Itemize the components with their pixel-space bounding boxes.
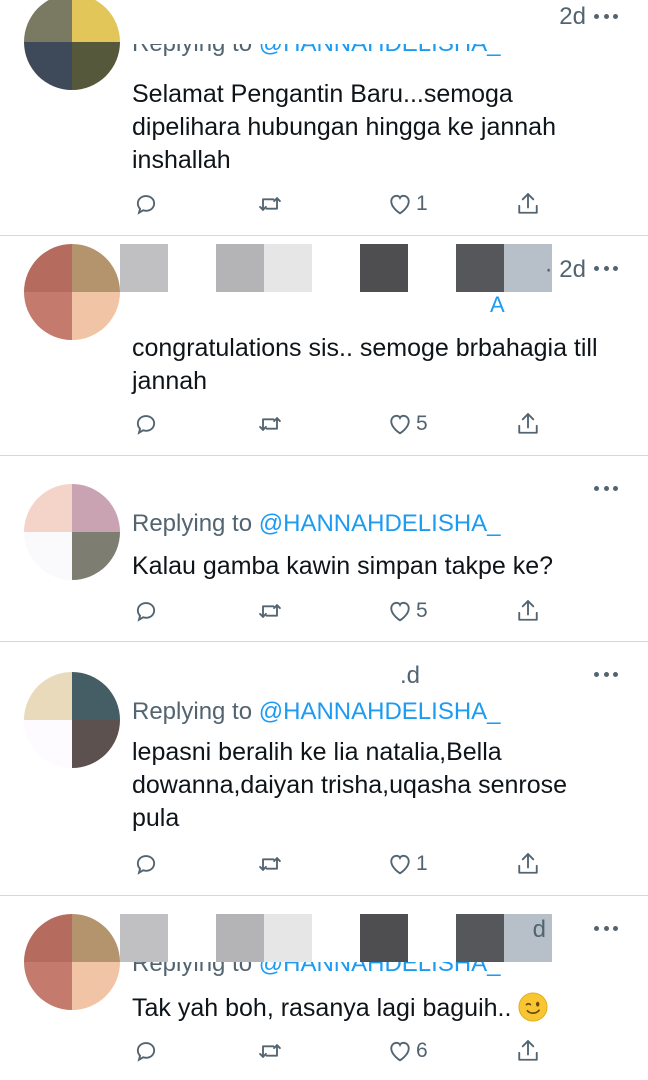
tweet-text: lepasni beralih ke lia natalia,Bella dow… xyxy=(132,738,568,832)
share-button[interactable] xyxy=(514,408,542,440)
retweet-button[interactable] xyxy=(256,408,284,440)
share-button[interactable] xyxy=(514,848,542,880)
reply-button[interactable] xyxy=(132,1035,160,1067)
reply-icon xyxy=(136,855,156,875)
like-button[interactable]: 6 xyxy=(386,1035,428,1067)
retweet-icon xyxy=(259,1044,281,1058)
tweet-5[interactable]: d Replying to @HANNAHDELISHA_ Tak yah bo… xyxy=(0,896,648,1080)
tweet-actions: 6 xyxy=(132,1035,552,1067)
retweet-button[interactable] xyxy=(256,188,284,220)
tweet-time: · 2d xyxy=(544,256,586,283)
tweet-actions: 5 xyxy=(132,408,552,440)
reply-handle-link[interactable]: @HANNAHDELISHA_ xyxy=(259,510,501,537)
like-button[interactable]: 5 xyxy=(386,595,428,627)
tweet-3[interactable]: Replying to @HANNAHDELISHA_ Kalau gamba … xyxy=(0,456,648,642)
retweet-icon xyxy=(259,197,281,211)
like-count: 1 xyxy=(416,192,428,215)
share-button[interactable] xyxy=(514,188,542,220)
tweet-1[interactable]: 2d Replying to @HANNAHDELISHA_ Selamat P… xyxy=(0,0,648,236)
like-count: 1 xyxy=(416,852,428,875)
avatar[interactable] xyxy=(24,914,120,1010)
tweet-text: Kalau gamba kawin simpan takpe ke? xyxy=(132,552,554,580)
more-options-icon[interactable] xyxy=(594,662,618,686)
like-button[interactable]: 1 xyxy=(386,848,428,880)
reply-button[interactable] xyxy=(132,848,160,880)
like-button[interactable]: 5 xyxy=(386,408,428,440)
like-count: 6 xyxy=(416,1039,428,1062)
share-button[interactable] xyxy=(514,1035,542,1067)
reply-icon xyxy=(136,1042,156,1062)
replying-to-line: Replying to @HANNAHDELISHA_ xyxy=(132,44,501,60)
tweet-actions: 1 xyxy=(132,188,552,220)
redacted-name-strip xyxy=(120,914,552,962)
replying-to-fragment: A_ xyxy=(490,292,517,312)
retweet-icon xyxy=(259,857,281,871)
reply-handle-link[interactable]: @HANNAHDELISHA_ xyxy=(259,44,501,57)
tweet-actions: 5 xyxy=(132,595,552,627)
retweet-icon xyxy=(259,604,281,618)
replying-to-line: Replying to @HANNAHDELISHA_ xyxy=(132,698,501,725)
heart-icon xyxy=(390,1041,410,1062)
retweet-button[interactable] xyxy=(256,1035,284,1067)
replying-to-line: Replying to @HANNAHDELISHA_ xyxy=(132,510,501,537)
tweet-time: .d xyxy=(399,662,420,689)
tweet-text: Selamat Pengantin Baru...semoga dipeliha… xyxy=(132,80,556,174)
heart-icon xyxy=(390,194,410,215)
replying-to-line: Replying to @HANNAHDELISHA_ xyxy=(132,962,501,976)
share-icon xyxy=(518,600,538,621)
more-options-icon[interactable] xyxy=(594,4,618,28)
heart-icon xyxy=(390,854,410,875)
reply-button[interactable] xyxy=(132,408,160,440)
reply-button[interactable] xyxy=(132,595,160,627)
avatar[interactable] xyxy=(24,484,120,580)
more-options-icon[interactable] xyxy=(594,256,618,280)
winking-face-emoji-icon xyxy=(518,992,548,1022)
share-icon xyxy=(518,413,538,434)
like-count: 5 xyxy=(416,599,428,622)
reply-button[interactable] xyxy=(132,188,160,220)
avatar[interactable] xyxy=(24,244,120,340)
reply-handle-link[interactable]: @HANNAHDELISHA_ xyxy=(259,962,501,976)
reply-icon xyxy=(136,195,156,215)
share-icon xyxy=(518,193,538,214)
share-button[interactable] xyxy=(514,595,542,627)
retweet-button[interactable] xyxy=(256,595,284,627)
tweet-time: 2d xyxy=(559,3,586,30)
redacted-name-strip xyxy=(120,244,552,292)
retweet-button[interactable] xyxy=(256,848,284,880)
retweet-icon xyxy=(259,417,281,431)
more-options-icon[interactable] xyxy=(594,476,618,500)
tweet-text: congratulations sis.. semoge brbahagia t… xyxy=(132,334,598,395)
tweet-2[interactable]: · 2d A_ congratulations sis.. semoge brb… xyxy=(0,236,648,456)
tweet-time: d xyxy=(532,916,546,943)
reply-handle-link[interactable]: @HANNAHDELISHA_ xyxy=(259,698,501,725)
reply-icon xyxy=(136,415,156,435)
more-options-icon[interactable] xyxy=(594,916,618,940)
like-count: 5 xyxy=(416,412,428,435)
tweet-actions: 1 xyxy=(132,848,552,880)
heart-icon xyxy=(390,601,410,622)
share-icon xyxy=(518,1040,538,1061)
tweet-4[interactable]: .d Replying to @HANNAHDELISHA_ lepasni b… xyxy=(0,642,648,896)
reply-icon xyxy=(136,602,156,622)
avatar[interactable] xyxy=(24,672,120,768)
like-button[interactable]: 1 xyxy=(386,188,428,220)
heart-icon xyxy=(390,414,410,435)
share-icon xyxy=(518,853,538,874)
tweet-text: Tak yah boh, rasanya lagi baguih.. xyxy=(132,992,602,1025)
avatar[interactable] xyxy=(24,0,120,90)
